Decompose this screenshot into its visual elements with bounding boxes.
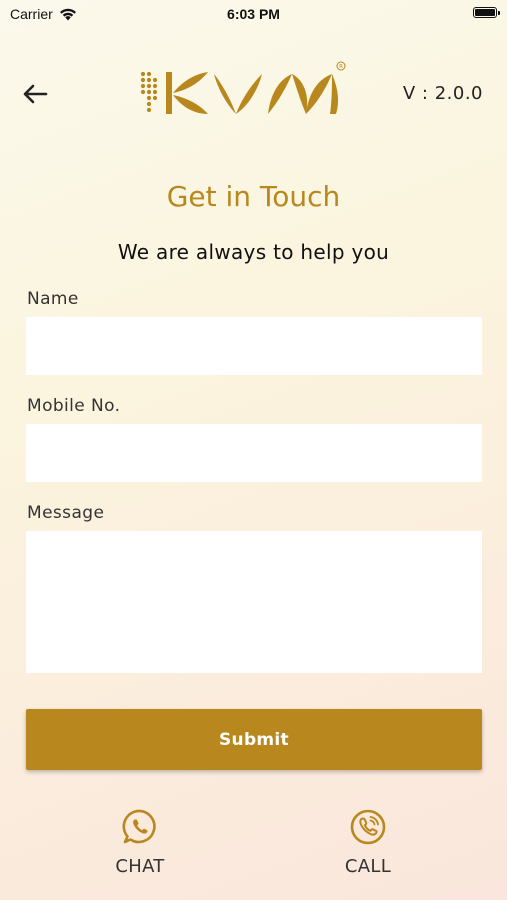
message-label: Message	[27, 503, 105, 523]
app-header: R V : 2.0.0	[0, 55, 507, 135]
whatsapp-icon	[122, 809, 156, 844]
mobile-label: Mobile No.	[27, 396, 121, 416]
back-button[interactable]	[18, 77, 52, 111]
submit-button[interactable]: Submit	[26, 709, 482, 770]
name-label: Name	[27, 289, 79, 309]
call-label: CALL	[344, 856, 392, 877]
status-time: 6:03 PM	[227, 6, 280, 22]
status-bar: Carrier 6:03 PM	[0, 0, 507, 28]
mobile-input[interactable]	[26, 424, 482, 482]
kvm-logo: R	[140, 61, 346, 114]
name-input[interactable]	[26, 317, 482, 375]
svg-text:R: R	[339, 64, 343, 70]
call-button[interactable]: CALL	[313, 808, 423, 888]
version-label: V : 2.0.0	[402, 83, 483, 104]
page-title: Get in Touch	[166, 180, 341, 213]
chat-label: CHAT	[115, 856, 165, 877]
message-input[interactable]	[26, 531, 482, 673]
phone-icon	[350, 809, 386, 845]
arrow-left-icon	[23, 84, 48, 104]
chat-button[interactable]: CHAT	[85, 808, 195, 888]
page-subtitle: We are always to help you	[117, 240, 390, 264]
battery-icon	[473, 7, 500, 18]
